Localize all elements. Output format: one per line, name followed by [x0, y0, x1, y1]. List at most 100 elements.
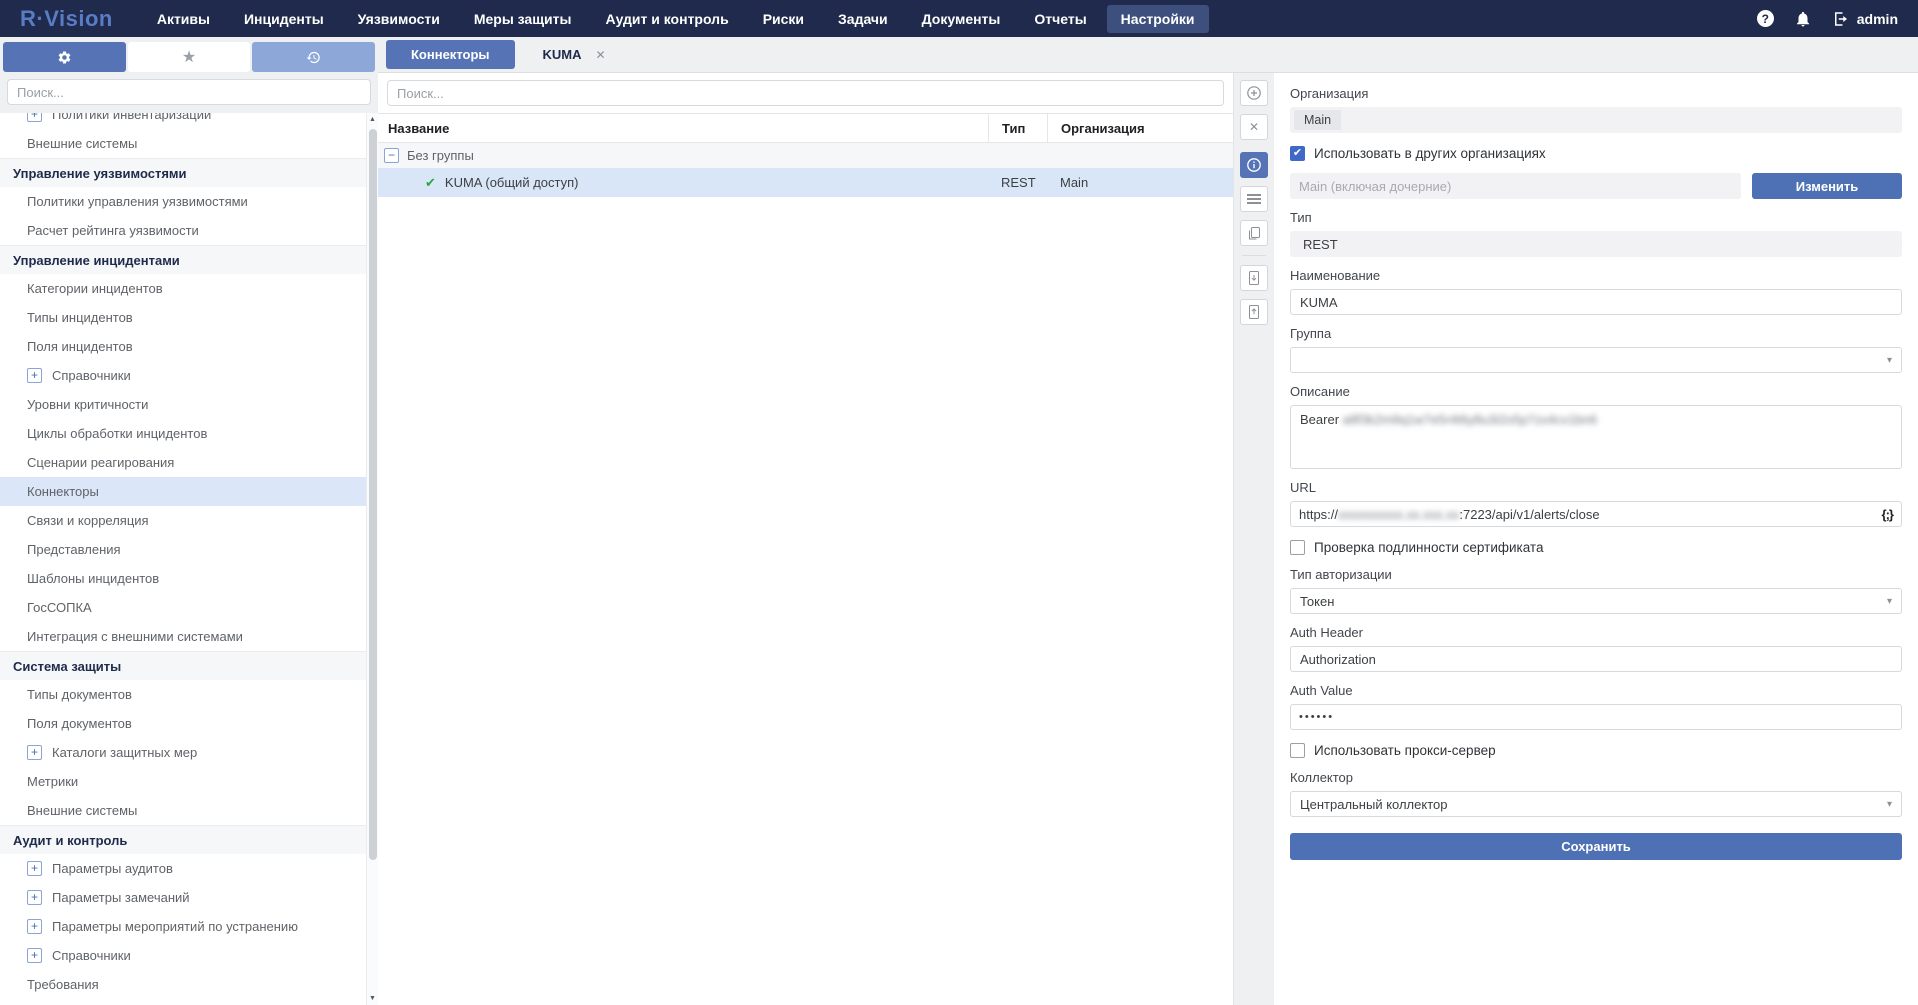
sidebar-item-connectors[interactable]: Коннекторы — [0, 477, 378, 506]
sidebar-item-incident-cycles[interactable]: Циклы обработки инцидентов — [0, 419, 378, 448]
sidebar-item-document-fields[interactable]: Поля документов — [0, 709, 378, 738]
url-redacted: xxxxxxxxxx.xx.xxx.xx — [1338, 507, 1459, 522]
proxy-checkbox-row[interactable]: Использовать прокси-сервер — [1290, 743, 1902, 758]
expand-plus-icon[interactable]: + — [27, 368, 42, 383]
expand-plus-icon[interactable]: + — [27, 890, 42, 905]
checkbox-unchecked-icon[interactable] — [1290, 743, 1305, 758]
sidebar-item-metrics[interactable]: Метрики — [0, 767, 378, 796]
sidebar-item-gossopka[interactable]: ГосСОПКА — [0, 593, 378, 622]
scroll-down-icon[interactable]: ▼ — [367, 995, 378, 1002]
checkbox-unchecked-icon[interactable] — [1290, 540, 1305, 555]
connectors-search-input[interactable] — [387, 80, 1224, 106]
collector-value: Центральный коллектор — [1300, 797, 1887, 812]
sidebar-item-vuln-policies[interactable]: Политики управления уязвимостями — [0, 187, 378, 216]
import-connector-button[interactable] — [1240, 299, 1268, 325]
list-icon — [1247, 193, 1261, 205]
tab-settings[interactable] — [3, 42, 126, 72]
auth-value-input[interactable]: •••••• — [1290, 704, 1902, 730]
sidebar-item-views[interactable]: Представления — [0, 535, 378, 564]
copy-connector-button[interactable] — [1240, 220, 1268, 246]
change-organizations-button[interactable]: Изменить — [1752, 173, 1902, 199]
tab-favorites[interactable]: ★ — [128, 42, 251, 72]
close-tab-icon[interactable]: ✕ — [596, 48, 606, 62]
list-view-button[interactable] — [1240, 186, 1268, 212]
notifications-bell-icon[interactable] — [1794, 10, 1812, 28]
nav-item-protection-measures[interactable]: Меры защиты — [460, 5, 586, 33]
nav-item-risks[interactable]: Риски — [749, 5, 818, 33]
sidebar-item-document-types[interactable]: Типы документов — [0, 680, 378, 709]
sidebar-item-incident-types[interactable]: Типы инцидентов — [0, 303, 378, 332]
column-organization[interactable]: Организация — [1047, 114, 1233, 142]
nav-item-audit-control[interactable]: Аудит и контроль — [591, 5, 742, 33]
sidebar-item-links-correlation[interactable]: Связи и корреляция — [0, 506, 378, 535]
auth-type-select[interactable]: Токен ▾ — [1290, 588, 1902, 614]
nav-item-reports[interactable]: Отчеты — [1020, 5, 1100, 33]
add-icon — [1246, 85, 1262, 101]
sidebar-item-response-scenarios[interactable]: Сценарии реагирования — [0, 448, 378, 477]
sidebar-item-external-systems[interactable]: Внешние системы — [0, 129, 378, 158]
auth-type-value: Токен — [1300, 594, 1887, 609]
settings-tree: +Политики инвентаризации Внешние системы… — [0, 113, 378, 1005]
history-icon — [306, 50, 321, 65]
sidebar-item-incident-templates[interactable]: Шаблоны инцидентов — [0, 564, 378, 593]
add-connector-button[interactable] — [1240, 80, 1268, 106]
description-textarea[interactable]: Bearer a8f3k2m9q1w7e5r4t6y8u3i2o5p7zx4cv… — [1290, 405, 1902, 469]
sidebar-item-external-systems-2[interactable]: Внешние системы — [0, 796, 378, 825]
table-row-kuma[interactable]: ✔ KUMA (общий доступ) REST Main — [378, 168, 1233, 197]
logout-icon[interactable] — [1832, 10, 1850, 28]
info-button[interactable] — [1240, 152, 1268, 178]
scroll-up-icon[interactable]: ▲ — [367, 116, 378, 123]
nav-item-tasks[interactable]: Задачи — [824, 5, 902, 33]
active-check-icon: ✔ — [425, 175, 436, 191]
sidebar-item-external-integration[interactable]: Интеграция с внешними системами — [0, 622, 378, 651]
save-button[interactable]: Сохранить — [1290, 833, 1902, 860]
type-field: REST — [1290, 231, 1902, 257]
delete-connector-button[interactable]: ✕ — [1240, 114, 1268, 140]
sidebar-item-criticality-levels[interactable]: Уровни критичности — [0, 390, 378, 419]
tab-history[interactable] — [252, 42, 375, 72]
group-row-no-group[interactable]: − Без группы — [378, 143, 1233, 168]
expand-plus-icon[interactable]: + — [27, 948, 42, 963]
nav-item-vulnerabilities[interactable]: Уязвимости — [344, 5, 454, 33]
expand-plus-icon[interactable]: + — [27, 861, 42, 876]
nav-item-assets[interactable]: Активы — [143, 5, 224, 33]
column-name[interactable]: Название — [378, 121, 988, 136]
cert-checkbox-row[interactable]: Проверка подлинности сертификата — [1290, 540, 1902, 555]
expand-plus-icon[interactable]: + — [27, 745, 42, 760]
group-select[interactable]: ▾ — [1290, 347, 1902, 373]
template-variables-icon[interactable]: {;} — [1882, 507, 1893, 522]
export-connector-button[interactable] — [1240, 265, 1268, 291]
sidebar-item-requirements[interactable]: Требования — [0, 970, 378, 999]
share-checkbox-row[interactable]: ✔ Использовать в других организациях — [1290, 146, 1902, 161]
user-menu[interactable]: admin — [1832, 10, 1898, 28]
sidebar-item-incident-fields[interactable]: Поля инцидентов — [0, 332, 378, 361]
nav-item-incidents[interactable]: Инциденты — [230, 5, 338, 33]
column-type[interactable]: Тип — [988, 114, 1047, 142]
sidebar-item-vuln-rating[interactable]: Расчет рейтинга уязвимости — [0, 216, 378, 245]
sidebar-item-measure-catalogs[interactable]: +Каталоги защитных мер — [0, 738, 378, 767]
sidebar-item-clipped[interactable]: Контроли — [0, 999, 378, 1005]
auth-header-input[interactable] — [1290, 646, 1902, 672]
tab-connectors[interactable]: Коннекторы — [386, 40, 515, 69]
sidebar-item-audit-params[interactable]: +Параметры аудитов — [0, 854, 378, 883]
collapse-minus-icon[interactable]: − — [384, 148, 399, 163]
url-input[interactable]: https://xxxxxxxxxx.xx.xxx.xx:7223/api/v1… — [1290, 501, 1902, 527]
tree-scrollbar[interactable]: ▲ ▼ — [366, 113, 378, 1005]
nav-item-documents[interactable]: Документы — [908, 5, 1015, 33]
expand-plus-icon[interactable]: + — [27, 919, 42, 934]
sidebar-item-audit-dictionaries[interactable]: +Справочники — [0, 941, 378, 970]
tab-kuma[interactable]: KUMA ✕ — [543, 47, 606, 62]
collector-select[interactable]: Центральный коллектор ▾ — [1290, 791, 1902, 817]
sidebar-item-dictionaries[interactable]: +Справочники — [0, 361, 378, 390]
scrollbar-thumb[interactable] — [369, 129, 377, 860]
expand-plus-icon[interactable]: + — [27, 113, 42, 122]
help-icon[interactable]: ? — [1757, 10, 1774, 27]
checkbox-checked-icon[interactable]: ✔ — [1290, 146, 1305, 161]
sidebar-item-inventory-policies[interactable]: +Политики инвентаризации — [0, 113, 378, 129]
name-input[interactable] — [1290, 289, 1902, 315]
sidebar-item-incident-categories[interactable]: Категории инцидентов — [0, 274, 378, 303]
sidebar-item-remark-params[interactable]: +Параметры замечаний — [0, 883, 378, 912]
sidebar-search-input[interactable] — [7, 79, 371, 105]
nav-item-settings[interactable]: Настройки — [1107, 5, 1209, 33]
sidebar-item-remediation-params[interactable]: +Параметры мероприятий по устранению — [0, 912, 378, 941]
